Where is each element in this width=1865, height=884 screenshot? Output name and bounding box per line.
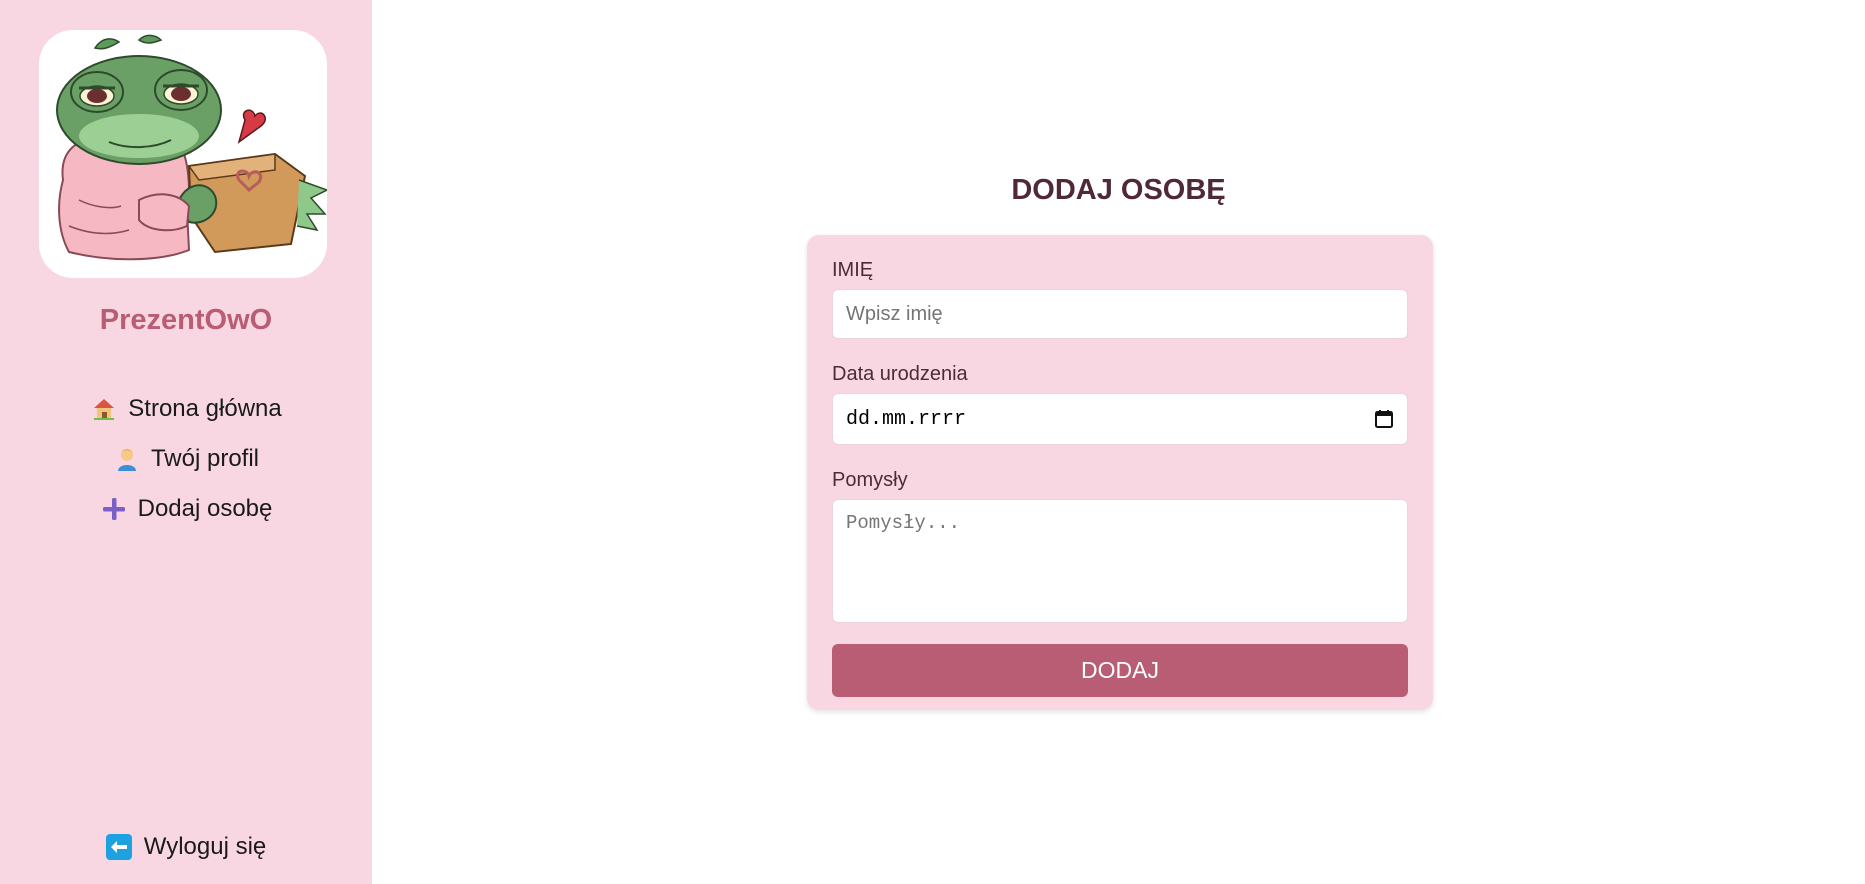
add-person-form: IMIĘ Data urodzenia dd.mm.rrrr Pomysły D… bbox=[807, 235, 1433, 710]
name-label: IMIĘ bbox=[832, 259, 874, 281]
sidebar-item-home[interactable]: Strona główna bbox=[0, 384, 372, 434]
plus-icon bbox=[100, 495, 128, 523]
ideas-label: Pomysły bbox=[832, 469, 908, 491]
frog-mascot-illustration bbox=[56, 34, 327, 261]
ideas-textarea[interactable] bbox=[832, 499, 1408, 623]
birthdate-input[interactable]: dd.mm.rrrr bbox=[832, 393, 1408, 445]
person-icon bbox=[113, 445, 141, 473]
sidebar-item-label: Twój profil bbox=[150, 445, 260, 472]
birthdate-label: Data urodzenia bbox=[832, 363, 968, 385]
sidebar-item-label: Strona główna bbox=[128, 395, 282, 422]
logout-label: Wyloguj się bbox=[143, 833, 267, 860]
name-input[interactable] bbox=[832, 289, 1408, 339]
left-arrow-icon bbox=[105, 834, 132, 860]
brand-name: PrezentOwO bbox=[99, 304, 273, 336]
main-content: DODAJ OSOBĘ IMIĘ Data urodzenia dd.mm.rr… bbox=[372, 0, 1865, 884]
house-icon bbox=[90, 395, 118, 423]
birthdate-placeholder: dd.mm.rrrr bbox=[846, 407, 967, 431]
sidebar-item-profile[interactable]: Twój profil bbox=[0, 434, 372, 484]
sidebar-nav: Strona główna Twój profil Dodaj osobę bbox=[0, 384, 372, 534]
sidebar: PrezentOwO Strona główna Twój profil Dod… bbox=[0, 0, 372, 884]
calendar-icon[interactable] bbox=[1374, 409, 1394, 429]
sidebar-item-label: Dodaj osobę bbox=[137, 495, 273, 522]
page-title: DODAJ OSOBĘ bbox=[1011, 174, 1226, 206]
logout-button[interactable]: Wyloguj się bbox=[0, 833, 372, 861]
sidebar-item-add-person[interactable]: Dodaj osobę bbox=[0, 484, 372, 534]
submit-add-button[interactable]: DODAJ bbox=[832, 644, 1408, 697]
app-root: PrezentOwO Strona główna Twój profil Dod… bbox=[0, 0, 1865, 884]
logo-card bbox=[39, 30, 327, 278]
